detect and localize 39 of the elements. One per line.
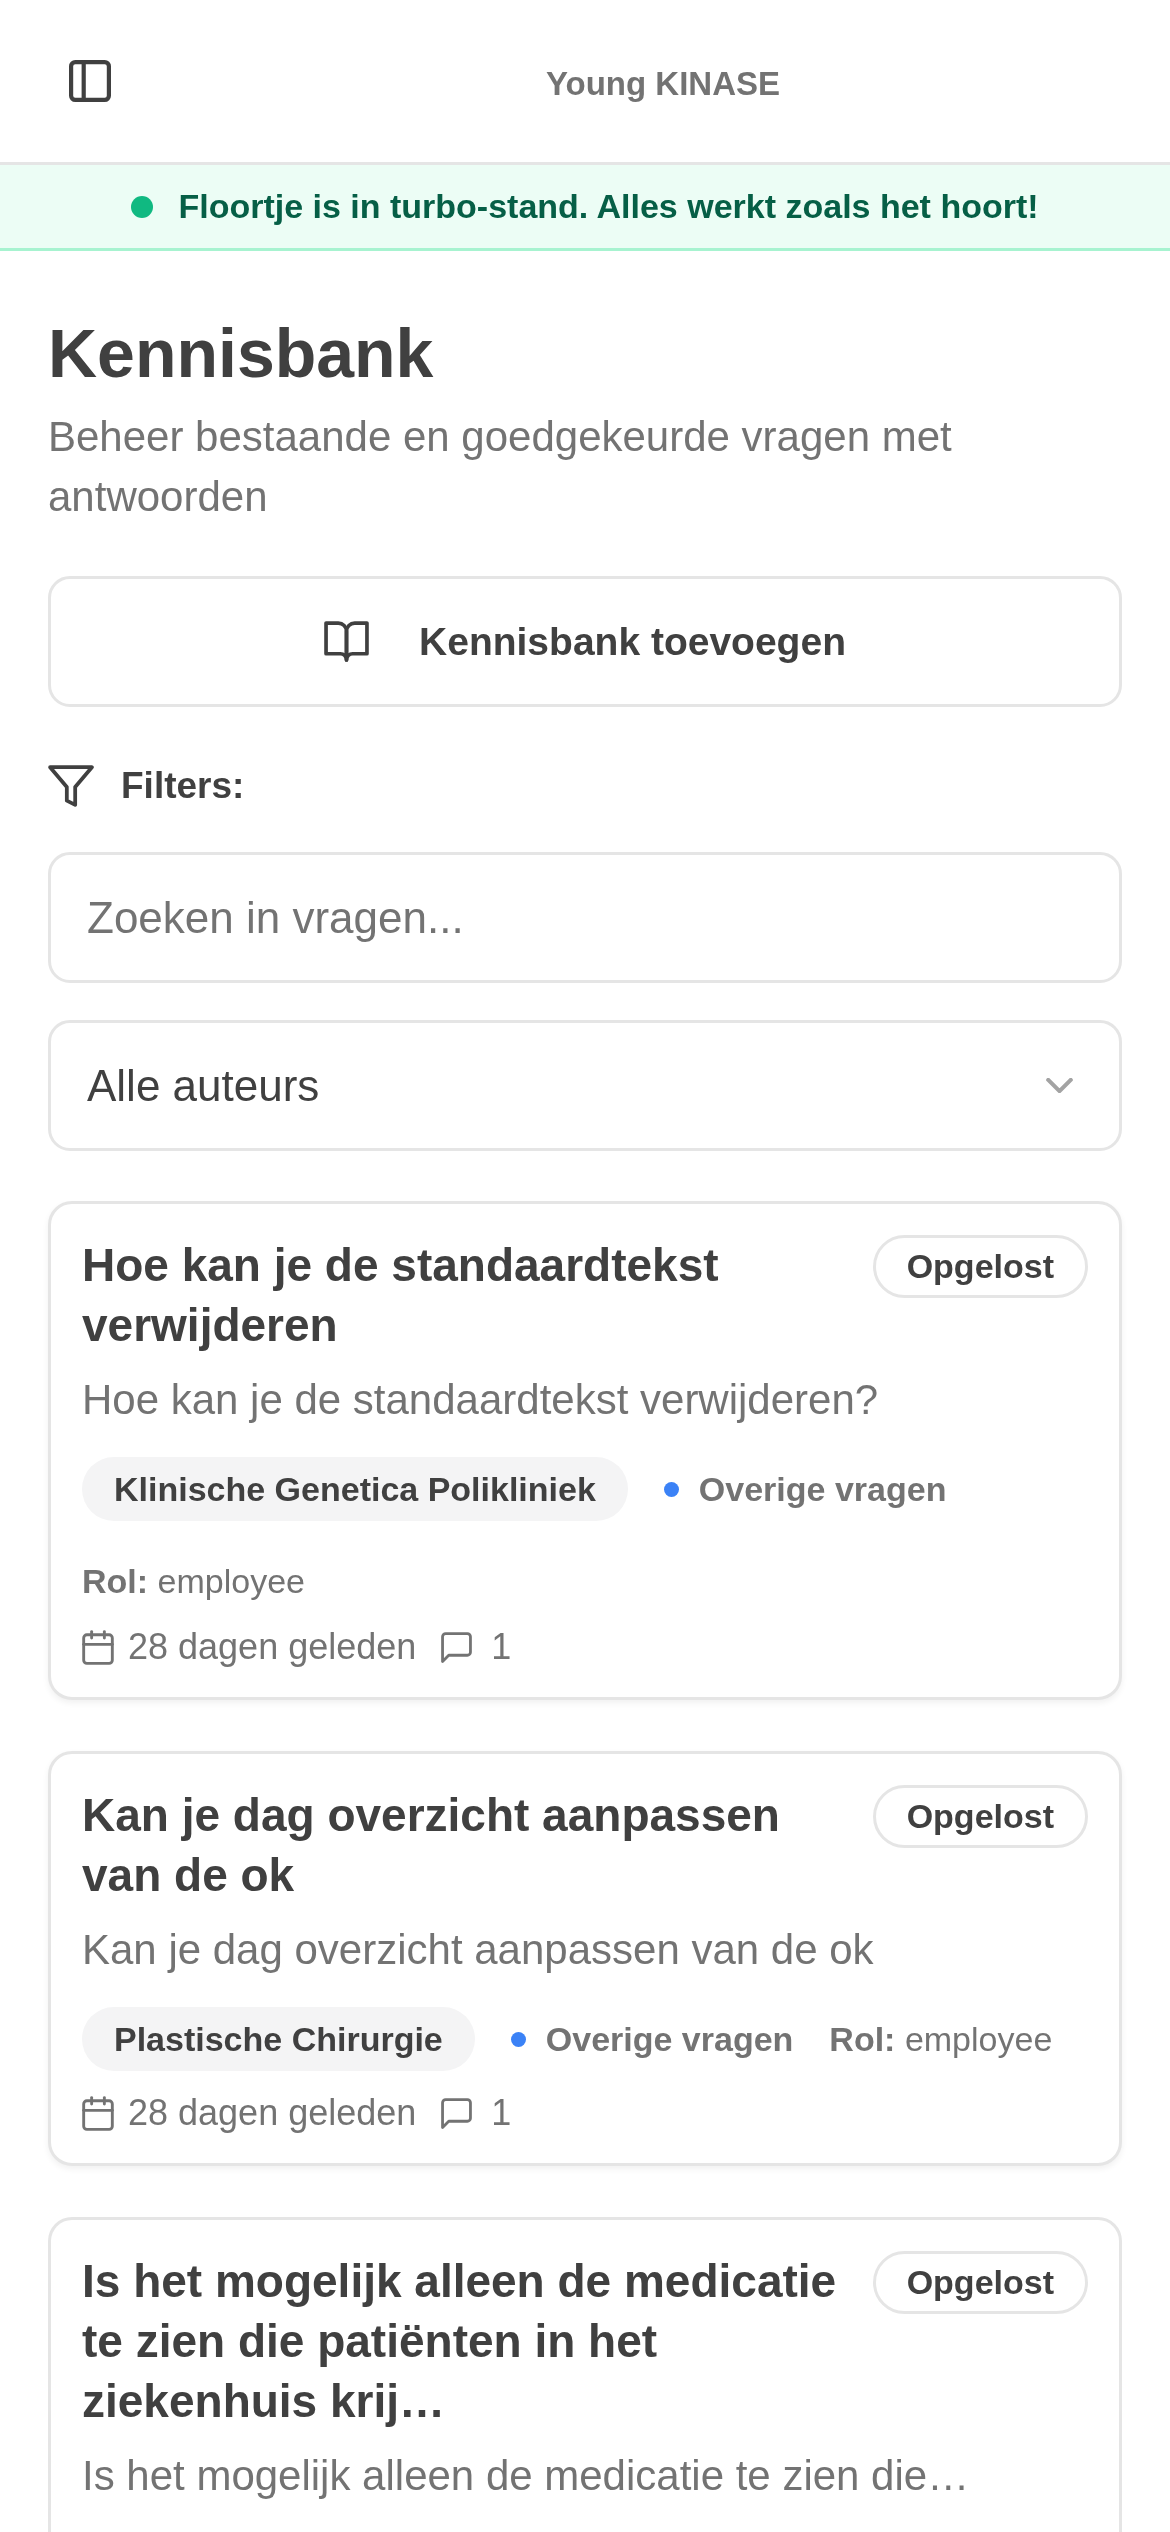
speech-bubble-icon — [441, 1631, 473, 1663]
status-badge: Opgelost — [872, 2251, 1088, 2314]
sidebar-toggle-icon[interactable] — [69, 60, 111, 102]
role-text: Rol: employee — [829, 2019, 1053, 2060]
question-text: Kan je dag overzicht aanpassen van de ok — [82, 1925, 875, 1975]
calendar-icon — [82, 1629, 114, 1665]
speech-bubble-icon — [441, 2097, 473, 2129]
author-select[interactable]: Alle auteurs — [48, 1020, 1122, 1151]
role-text: Rol: employee — [82, 1561, 305, 1602]
question-card[interactable]: Is het mogelijk alleen de medicatie te zien die patiënten in het ziekenhuis krij… Opgelost Is het mogelijk alleen de medicatie te zien die… — [48, 2217, 1122, 2532]
chevron-down-icon — [1046, 1078, 1073, 1093]
status-badge: Opgelost — [872, 1785, 1088, 1848]
question-title: Is het mogelijk alleen de medicatie te zien die patiënten in het ziekenhuis krij… — [82, 2254, 838, 2429]
question-card[interactable]: Hoe kan je de standaardtekst verwijderen Opgelost Hoe kan je de standaardtekst verwijderen? Klinische Genetica Polikliniek Overige vragen Rol: employee 28 dagen geleden 1 — [48, 1201, 1122, 1700]
date-text: 28 dagen geleden — [128, 2091, 417, 2135]
question-title: Hoe kan je de standaardtekst verwijderen — [82, 1238, 720, 1353]
date-text: 28 dagen geleden — [128, 1625, 417, 1669]
question-text: Hoe kan je de standaardtekst verwijderen? — [82, 1375, 880, 1425]
filter-icon — [48, 765, 94, 807]
comment-count: 1 — [491, 1625, 512, 1669]
calendar-icon — [82, 2095, 114, 2131]
comment-count: 1 — [491, 2091, 512, 2135]
page-subtitle: Beheer bestaande en goedgekeurde vragen met antwoorden — [48, 412, 953, 522]
filters-label: Filters: — [121, 765, 245, 807]
question-card[interactable]: Kan je dag overzicht aanpassen van de ok Opgelost Kan je dag overzicht aanpassen van de ok Plastische Chirurgie Overige vragen Rol: employee 28 dagen geleden 1 — [48, 1751, 1122, 2166]
page-title: Kennisbank — [48, 314, 435, 393]
category-label: Overige vragen — [545, 2019, 794, 2059]
question-text: Is het mogelijk alleen de medicatie te zien die… — [82, 2451, 971, 2501]
search-field[interactable]: Zoeken in vragen... — [48, 852, 1122, 983]
book-icon — [324, 621, 370, 662]
status-message: Floortje is in turbo-stand. Alles werkt zoals het hoort! — [178, 187, 1039, 226]
category-label: Overige vragen — [698, 1469, 947, 1509]
status-dot-icon — [131, 195, 154, 218]
department-tag: Klinische Genetica Polikliniek — [82, 1457, 628, 1521]
status-badge: Opgelost — [872, 1235, 1088, 1298]
question-title: Kan je dag overzicht aanpassen van de ok — [82, 1788, 781, 1903]
department-tag: Plastische Chirurgie — [82, 2007, 475, 2071]
add-knowledge-button[interactable]: Kennisbank toevoegen — [48, 576, 1122, 707]
app-title: Young KINASE — [544, 64, 781, 104]
